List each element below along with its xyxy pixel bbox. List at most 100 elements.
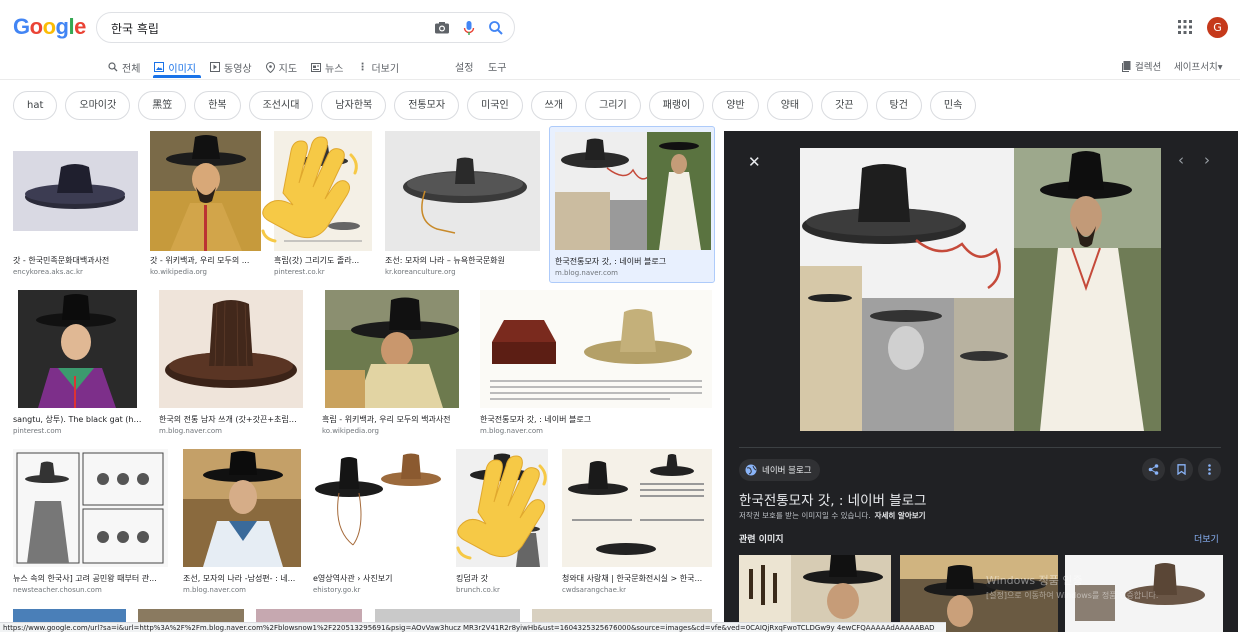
result-thumbnail[interactable]	[385, 131, 540, 251]
save-button[interactable]	[1170, 458, 1193, 481]
result-card[interactable]: e영상역사관 › 사진보기 ehistory.go.kr	[313, 449, 443, 597]
result-thumbnail[interactable]	[256, 609, 362, 622]
result-card[interactable]: 한국전통모자 갓, : 네이버 블로그 m.blog.naver.com	[480, 290, 712, 438]
tab-label: 전체	[122, 63, 141, 75]
result-caption[interactable]: 한국의 전통 남자 쓰개 (갓+갓끈+초립+...	[159, 414, 303, 425]
source-chip[interactable]: 네이버 블로그	[739, 459, 820, 481]
result-card[interactable]: 갓 - 위키백과, 우리 모두의 ... ko.wikipedia.org	[150, 131, 261, 279]
result-caption[interactable]: 한국전통모자 갓, : 네이버 블로그	[555, 256, 710, 267]
tab-all[interactable]: 전체	[108, 57, 140, 77]
filter-chip[interactable]: 패랭이	[648, 91, 705, 120]
tab-maps[interactable]: 지도	[265, 57, 298, 77]
filter-chip[interactable]: 탕건	[875, 91, 922, 120]
result-card[interactable]: 청와대 사랑채 | 한국문화전시실 > 한국... cwdsarangchae.…	[562, 449, 712, 597]
more-link[interactable]: 더보기	[1194, 532, 1219, 545]
more-options-button[interactable]	[1198, 458, 1221, 481]
result-caption[interactable]: 조선, 모자의 나라 -남성편- : 네...	[183, 573, 301, 584]
filter-chip[interactable]: 양반	[712, 91, 759, 120]
related-images-heading: 관련 이미지	[739, 535, 784, 545]
filter-chip[interactable]: 黑笠	[138, 91, 187, 120]
result-caption[interactable]: 갓 - 위키백과, 우리 모두의 ...	[150, 255, 261, 266]
filter-chip[interactable]: 갓끈	[821, 91, 868, 120]
tools-link[interactable]: 도구	[488, 59, 506, 74]
tab-videos[interactable]: 동영상	[210, 57, 252, 77]
microphone-icon[interactable]	[460, 19, 478, 37]
video-icon	[210, 62, 221, 72]
preview-image[interactable]	[800, 148, 1161, 431]
filter-chip[interactable]: 남자한복	[321, 91, 387, 120]
status-bar-url: https://www.google.com/url?sa=i&url=http…	[0, 622, 946, 632]
tab-label: 더보기	[371, 63, 400, 75]
result-card[interactable]: 뉴스 속의 한국사] 고려 공민왕 때부터 관... newsteacher.c…	[13, 449, 168, 597]
result-caption[interactable]: sangtu, 상투). The black gat (heu...	[13, 414, 142, 425]
waving-hand-icon	[261, 136, 358, 243]
google-logo[interactable]: Google	[13, 14, 86, 40]
result-caption[interactable]: 흑립 - 위키백과, 우리 모두의 백과사전	[322, 414, 462, 425]
result-thumbnail[interactable]	[375, 609, 520, 622]
result-thumbnail[interactable]	[13, 131, 138, 251]
result-thumbnail[interactable]	[18, 290, 137, 408]
result-card[interactable]: 한국의 전통 남자 쓰개 (갓+갓끈+초립+... m.blog.naver.c…	[159, 290, 303, 438]
result-caption[interactable]: e영상역사관 › 사진보기	[313, 573, 443, 584]
result-card[interactable]: 갓 - 한국민족문화대백과사전 encykorea.aks.ac.kr	[13, 131, 138, 279]
preview-title[interactable]: 한국전통모자 갓, : 네이버 블로그	[739, 489, 926, 509]
result-card[interactable]: 조선, 모자의 나라 -남성편- : 네... m.blog.naver.com	[183, 449, 301, 597]
result-thumbnail[interactable]	[13, 609, 126, 622]
result-thumbnail[interactable]	[150, 131, 261, 251]
search-icon	[108, 62, 118, 72]
related-image[interactable]	[739, 555, 891, 632]
tab-more[interactable]: ⋮ 더보기	[357, 57, 399, 77]
result-thumbnail[interactable]	[532, 609, 712, 622]
filter-chip[interactable]: 쓰개	[530, 91, 578, 120]
result-domain: brunch.co.kr	[456, 586, 500, 594]
result-caption[interactable]: 한국전통모자 갓, : 네이버 블로그	[480, 414, 712, 425]
safesearch-dropdown[interactable]: 세이프서치▾	[1174, 59, 1222, 73]
share-button[interactable]	[1142, 458, 1165, 481]
filter-chip[interactable]: 한복	[194, 91, 241, 120]
result-thumbnail[interactable]	[480, 290, 712, 408]
chevron-right-icon[interactable]: ›	[1204, 151, 1210, 169]
collections-label: 컬렉션	[1135, 62, 1162, 73]
result-card[interactable]: 흑립 - 위키백과, 우리 모두의 백과사전 ko.wikipedia.org	[322, 290, 462, 438]
tab-news[interactable]: 뉴스	[311, 57, 343, 77]
result-caption[interactable]: 뉴스 속의 한국사] 고려 공민왕 때부터 관...	[13, 573, 168, 584]
settings-link[interactable]: 설정	[455, 59, 473, 74]
collections-link[interactable]: 컬렉션	[1122, 59, 1161, 73]
result-caption[interactable]: 킹덤과 갓	[456, 573, 548, 584]
result-thumbnail[interactable]	[562, 449, 712, 567]
filter-chip[interactable]: 그리기	[585, 91, 641, 120]
result-thumbnail[interactable]	[159, 290, 303, 408]
search-icon[interactable]	[487, 19, 505, 37]
result-caption[interactable]: 갓 - 한국민족문화대백과사전	[13, 255, 138, 266]
filter-chip[interactable]: 조선시대	[248, 91, 314, 120]
result-card-selected[interactable]: 한국전통모자 갓, : 네이버 블로그 m.blog.naver.com	[549, 126, 715, 283]
result-card[interactable]: 조선: 모자의 나라 – 뉴욕한국문화원 kr.koreanculture.or…	[385, 131, 540, 279]
chevron-left-icon[interactable]: ‹	[1178, 151, 1184, 169]
result-domain: pinterest.co.kr	[274, 268, 325, 276]
result-caption[interactable]: 흑립(갓) 그리기도 졸라...	[274, 255, 372, 266]
result-thumbnail[interactable]	[138, 609, 244, 622]
learn-more-link[interactable]: 자세히 알아보기	[875, 511, 926, 520]
result-thumbnail[interactable]	[325, 290, 459, 408]
filter-chip[interactable]: 민속	[929, 91, 977, 120]
result-caption[interactable]: 청와대 사랑채 | 한국문화전시실 > 한국...	[562, 573, 712, 584]
result-thumbnail[interactable]	[555, 132, 711, 250]
tab-images[interactable]: 이미지	[154, 57, 196, 77]
filter-chip[interactable]: 오마이갓	[65, 91, 131, 120]
result-thumbnail[interactable]	[313, 449, 443, 567]
search-input[interactable]: 한국 흑립	[111, 20, 159, 37]
filter-chip[interactable]: hat	[13, 91, 58, 120]
search-box[interactable]: 한국 흑립	[96, 12, 515, 43]
result-card[interactable]: sangtu, 상투). The black gat (heu... pinte…	[13, 290, 142, 438]
filter-chip[interactable]: 양태	[766, 91, 814, 120]
result-thumbnail[interactable]	[183, 449, 301, 567]
camera-icon[interactable]	[433, 19, 451, 37]
tab-label: 지도	[278, 63, 298, 75]
filter-chip[interactable]: 전통모자	[394, 91, 460, 120]
result-thumbnail[interactable]	[13, 449, 168, 567]
apps-grid-icon[interactable]	[1178, 20, 1192, 34]
filter-chip[interactable]: 미국인	[467, 91, 523, 120]
result-caption[interactable]: 조선: 모자의 나라 – 뉴욕한국문화원	[385, 255, 540, 266]
close-icon[interactable]: ✕	[748, 153, 761, 171]
account-avatar[interactable]: G	[1207, 17, 1228, 38]
